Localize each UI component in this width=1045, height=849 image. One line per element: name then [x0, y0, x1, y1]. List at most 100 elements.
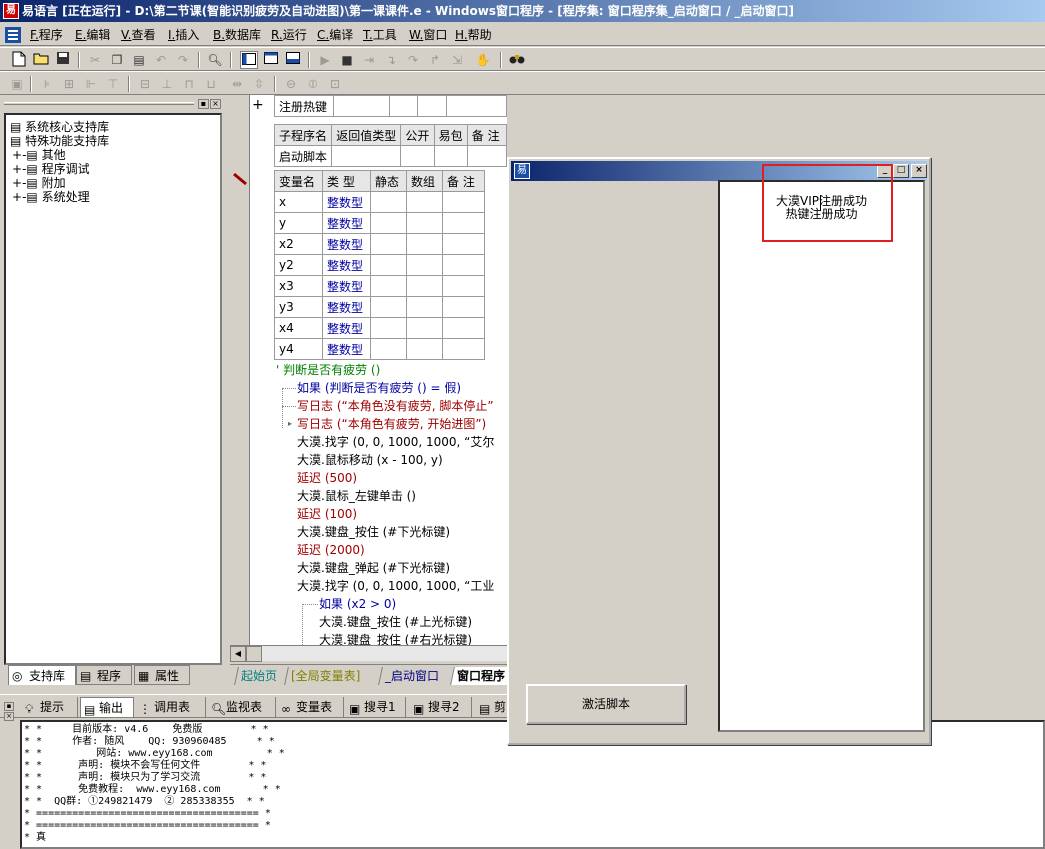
sub-public-cell[interactable]: [400, 145, 435, 167]
tab-clip[interactable]: ▤ 剪: [476, 697, 510, 717]
var-type[interactable]: 整数型: [322, 254, 371, 276]
tab-vars[interactable]: ∞ 变量表: [278, 697, 344, 717]
form-icon[interactable]: ▣: [8, 75, 26, 93]
code-line[interactable]: 大漠.键盘_弹起 (#下光标键): [297, 559, 450, 577]
tab-watch[interactable]: 🔍︎ 监视表: [208, 697, 276, 717]
menu-icon[interactable]: [4, 26, 28, 44]
table-row[interactable]: y3 整数型: [274, 296, 485, 318]
same-width-icon[interactable]: ⊓: [180, 75, 198, 93]
redo-icon[interactable]: ↷: [174, 51, 192, 69]
output-close-button[interactable]: ×: [4, 712, 14, 721]
code-line[interactable]: 大漠.键盘_按住 (#下光标键): [297, 523, 450, 541]
expand-plus-icon[interactable]: +: [252, 97, 264, 113]
expand-icon[interactable]: +: [12, 162, 22, 176]
menu-edit[interactable]: E.编辑: [75, 26, 110, 44]
code-line[interactable]: 大漠.鼠标移动 (x - 100, y): [297, 451, 443, 469]
code-line[interactable]: 延迟 (100): [297, 505, 357, 523]
output-restore-button[interactable]: ▪: [4, 702, 14, 711]
step-over-icon[interactable]: ↷: [404, 51, 422, 69]
tab-search2[interactable]: ▣ 搜寻2: [410, 697, 472, 717]
tab-start-page[interactable]: 起始页: [234, 667, 283, 685]
tab-support-lib[interactable]: ◎ 支持库: [8, 665, 76, 685]
var-type[interactable]: 整数型: [322, 233, 371, 255]
var-name[interactable]: y4: [274, 338, 323, 360]
menu-window[interactable]: W.窗口: [409, 26, 447, 44]
layout1-icon[interactable]: [240, 51, 258, 69]
sub-remark-cell[interactable]: [466, 145, 507, 167]
tab-window-program[interactable]: 窗口程序: [450, 667, 511, 685]
align-middle-icon[interactable]: ⊟: [136, 75, 154, 93]
align-bottom-icon[interactable]: ⊥: [158, 75, 176, 93]
step-icon[interactable]: ⇥: [360, 51, 378, 69]
tab-order-icon[interactable]: ⊡: [326, 75, 344, 93]
menu-compile[interactable]: C.编译: [317, 26, 353, 44]
expand-icon[interactable]: +: [12, 190, 22, 204]
hand-icon[interactable]: ✋: [474, 51, 492, 69]
center-v-icon[interactable]: ⦶: [304, 75, 322, 93]
stop-icon[interactable]: ■: [338, 51, 356, 69]
code-line[interactable]: 大漠.键盘_按住 (#右光标键): [319, 631, 472, 645]
expand-icon[interactable]: +: [12, 148, 22, 162]
table-row[interactable]: y 整数型: [274, 212, 485, 234]
activate-script-button[interactable]: 激活脚本: [526, 684, 686, 724]
sub-name-cell[interactable]: 启动脚本: [273, 145, 333, 167]
tree-item-addon[interactable]: +-▤ 附加: [12, 176, 66, 190]
layout2-icon[interactable]: [262, 51, 280, 69]
menu-view[interactable]: V.查看: [121, 26, 156, 44]
copy-icon[interactable]: ❐: [108, 51, 126, 69]
var-name[interactable]: y2: [274, 254, 323, 276]
table-row[interactable]: x4 整数型: [274, 317, 485, 339]
menu-run[interactable]: R.运行: [271, 26, 307, 44]
var-type[interactable]: 整数型: [322, 338, 371, 360]
code-line[interactable]: 大漠.键盘_按住 (#上光标键): [319, 613, 472, 631]
var-name[interactable]: x4: [274, 317, 323, 339]
code-line[interactable]: 如果 (x2 > 0): [319, 595, 396, 613]
code-line[interactable]: 如果 (判断是否有疲劳 () = 假): [297, 379, 461, 397]
table-row[interactable]: y4 整数型: [274, 338, 485, 360]
table-row[interactable]: x2 整数型: [274, 233, 485, 255]
step-into-icon[interactable]: ↴: [382, 51, 400, 69]
tree-item-core-lib[interactable]: ▤ 系统核心支持库: [10, 120, 109, 134]
tab-search1[interactable]: ▣ 搜寻1: [346, 697, 406, 717]
code-line[interactable]: 延迟 (2000): [297, 541, 365, 559]
table-row[interactable]: x 整数型: [274, 191, 485, 213]
tab-callstack[interactable]: ⋮ 调用表: [136, 697, 206, 717]
var-name[interactable]: x3: [274, 275, 323, 297]
binoculars-icon[interactable]: [508, 51, 526, 69]
tab-program[interactable]: ▤ 程序: [76, 665, 132, 685]
menu-tools[interactable]: T.工具: [363, 26, 397, 44]
align-top-icon[interactable]: ⊤: [104, 75, 122, 93]
same-height-icon[interactable]: ⊔: [202, 75, 220, 93]
align-left-icon[interactable]: ⊧: [38, 75, 56, 93]
var-name[interactable]: x: [274, 191, 323, 213]
code-line[interactable]: ' 判断是否有疲劳 (): [276, 361, 380, 379]
scroll-left-button[interactable]: ◀: [230, 646, 246, 662]
menu-help[interactable]: H.帮助: [455, 26, 492, 44]
center-h-icon[interactable]: ⊖: [282, 75, 300, 93]
paste-icon[interactable]: ▤: [130, 51, 148, 69]
tab-startup-window[interactable]: _启动窗口: [378, 667, 445, 685]
run-icon[interactable]: ▶: [316, 51, 334, 69]
var-type[interactable]: 整数型: [322, 317, 371, 339]
undo-icon[interactable]: ↶: [152, 51, 170, 69]
code-line[interactable]: 写日志 (“本角色有疲劳, 开始进图”): [297, 415, 486, 433]
menu-database[interactable]: B.数据库: [213, 26, 261, 44]
panel-restore-button[interactable]: ▪: [198, 99, 209, 109]
menu-insert[interactable]: I.插入: [168, 26, 199, 44]
close-button[interactable]: ×: [911, 164, 927, 178]
table-row[interactable]: y2 整数型: [274, 254, 485, 276]
find-icon[interactable]: 🔍︎: [206, 51, 224, 69]
tree-item-other[interactable]: +-▤ 其他: [12, 148, 66, 162]
step-out-icon[interactable]: ↱: [426, 51, 444, 69]
var-name[interactable]: y: [274, 212, 323, 234]
open-icon[interactable]: [32, 51, 50, 69]
cut-icon[interactable]: ✂: [86, 51, 104, 69]
menu-program[interactable]: F.程序: [30, 26, 63, 44]
space-v-icon[interactable]: ⇳: [250, 75, 268, 93]
var-name[interactable]: y3: [274, 296, 323, 318]
log-listbox[interactable]: 大漠VIP注册成功 热键注册成功: [718, 180, 925, 732]
save-icon[interactable]: [54, 51, 72, 69]
align-center-icon[interactable]: ⊞: [60, 75, 78, 93]
tree-item-special-lib[interactable]: ▤ 特殊功能支持库: [10, 134, 109, 148]
code-line[interactable]: 大漠.找字 (0, 0, 1000, 1000, “工业: [297, 577, 494, 595]
